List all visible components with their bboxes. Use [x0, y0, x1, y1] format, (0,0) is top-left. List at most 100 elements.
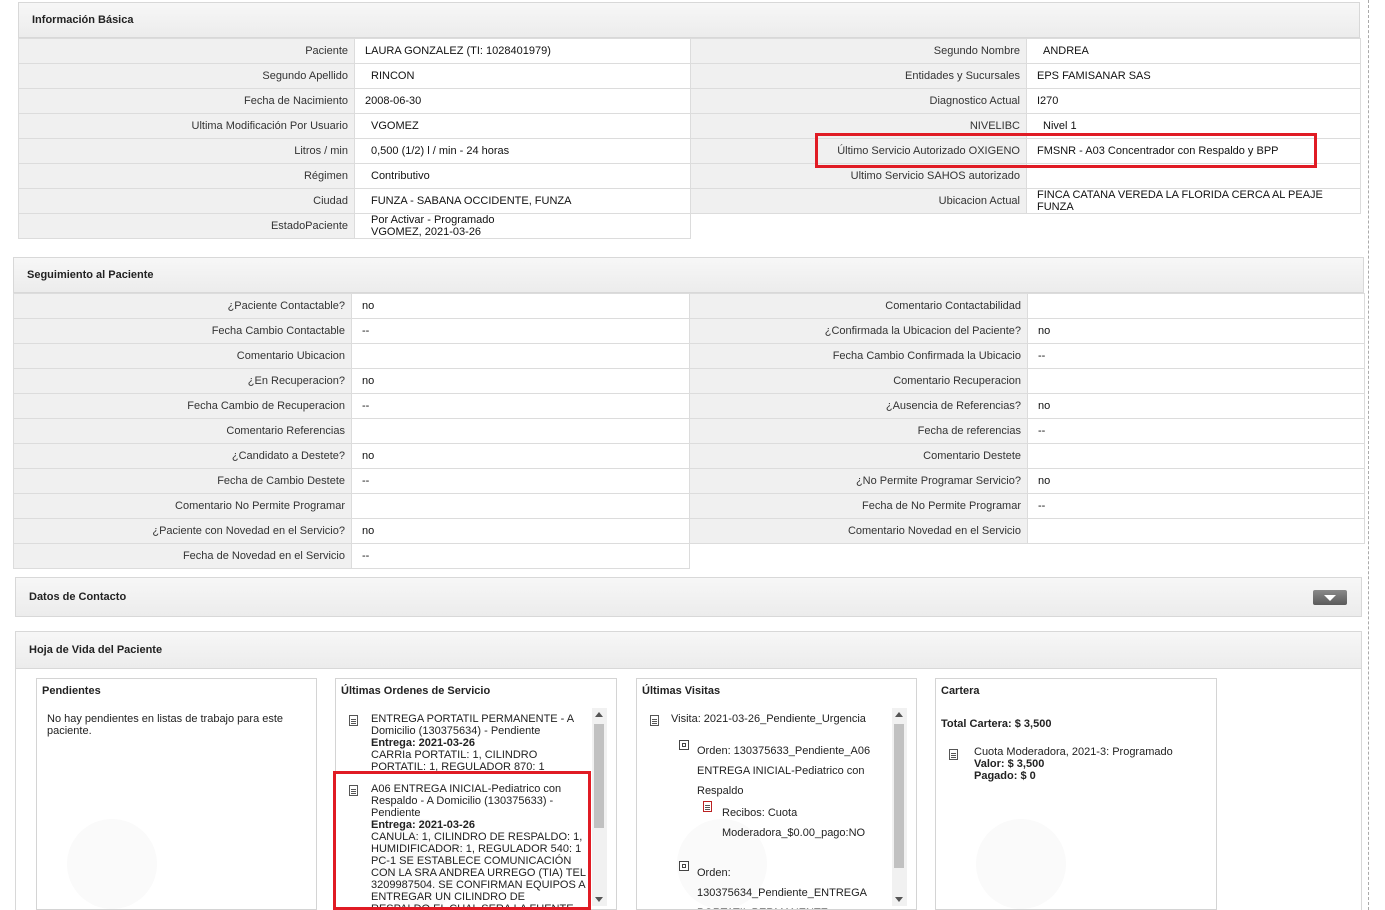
table-row: Ciudad FUNZA - SABANA OCCIDENTE, FUNZA	[18, 188, 691, 214]
visitas-scrollbar[interactable]	[892, 708, 907, 906]
field-label: Fecha Cambio de Recuperacion	[13, 393, 352, 419]
field-value	[351, 493, 690, 519]
table-row: ¿Confirmada la Ubicacion del Paciente? no	[689, 318, 1365, 344]
field-label: Ultima Modificación Por Usuario	[18, 113, 355, 139]
field-label: Ultimo Servicio SAHOS autorizado	[690, 163, 1027, 189]
field-label: Comentario Ubicacion	[13, 343, 352, 369]
field-value: no	[351, 518, 690, 544]
field-value: --	[1027, 493, 1365, 519]
visit-item[interactable]: Visita: 2021-03-26_Pendiente_Urgencia	[671, 713, 901, 725]
section-followup-header: Seguimiento al Paciente	[13, 257, 1364, 293]
field-label: Fecha Cambio Confirmada la Ubicacio	[689, 343, 1028, 369]
table-row: ¿Candidato a Destete? no	[13, 443, 690, 469]
table-row: Segundo Nombre ANDREA	[690, 38, 1361, 64]
document-icon	[949, 749, 958, 760]
table-row: EstadoPaciente Por Activar - Programado VG…	[18, 213, 691, 239]
field-label: Fecha de Novedad en el Servicio	[13, 543, 352, 569]
field-label: Segundo Apellido	[18, 63, 355, 89]
table-row: Fecha de referencias --	[689, 418, 1365, 444]
table-row: Paciente LAURA GONZALEZ (TI: 1028401979)	[18, 38, 691, 64]
field-value: no	[1027, 393, 1365, 419]
ordenes-scrollbar[interactable]	[592, 708, 607, 906]
basic-info-left-table: Paciente LAURA GONZALEZ (TI: 1028401979) …	[18, 38, 691, 239]
table-row: NIVELIBC Nivel 1	[690, 113, 1361, 139]
table-row: Entidades y Sucursales EPS FAMISANAR SAS	[690, 63, 1361, 89]
field-value: 2008-06-30	[354, 88, 691, 114]
visit-list[interactable]: Visita: 2021-03-26_Pendiente_Urgencia Or…	[637, 707, 916, 909]
scroll-down-arrow-icon[interactable]	[895, 897, 903, 902]
visit-order[interactable]: Orden: 130375634_Pendiente_ENTREGA PORTA…	[697, 863, 877, 909]
field-value	[351, 343, 690, 369]
field-label: Ciudad	[18, 188, 355, 214]
field-value: no	[351, 368, 690, 394]
section-life-header: Hoja de Vida del Paciente	[15, 631, 1362, 669]
field-value: RINCON	[354, 63, 691, 89]
field-label: Litros / min	[18, 138, 355, 164]
field-label: ¿En Recuperacion?	[13, 368, 352, 394]
section-title: Hoja de Vida del Paciente	[29, 644, 163, 656]
scroll-thumb[interactable]	[894, 724, 904, 868]
table-row: Fecha Cambio de Recuperacion --	[13, 393, 690, 419]
field-label: NIVELIBC	[690, 113, 1027, 139]
expand-toggle-button[interactable]	[1313, 590, 1347, 605]
field-value: --	[1027, 418, 1365, 444]
field-value: LAURA GONZALEZ (TI: 1028401979)	[354, 38, 691, 64]
field-label: Paciente	[18, 38, 355, 64]
field-value: I270	[1026, 88, 1361, 114]
chevron-down-icon	[1324, 594, 1336, 601]
panel-pendientes: Pendientes No hay pendientes en listas d…	[36, 678, 317, 910]
table-row: Ultima Modificación Por Usuario VGOMEZ	[18, 113, 691, 139]
panel-title: Cartera	[941, 685, 980, 697]
field-value: FUNZA - SABANA OCCIDENTE, FUNZA	[354, 188, 691, 214]
order-icon	[679, 861, 689, 871]
scroll-up-arrow-icon[interactable]	[895, 712, 903, 717]
section-title: Información Básica	[32, 14, 134, 26]
field-label: Segundo Nombre	[690, 38, 1027, 64]
field-label: Comentario Destete	[689, 443, 1028, 469]
paw-watermark	[67, 819, 157, 909]
panel-title: Pendientes	[42, 685, 101, 697]
table-row: ¿Ausencia de Referencias? no	[689, 393, 1365, 419]
order-head: ENTREGA PORTATIL PERMANENTE - A Domicili…	[371, 713, 574, 737]
scroll-up-arrow-icon[interactable]	[595, 712, 603, 717]
field-label: Régimen	[18, 163, 355, 189]
panel-cartera: Cartera Total Cartera: $ 3,500 Cuota Mod…	[935, 678, 1217, 910]
field-label: Diagnostico Actual	[690, 88, 1027, 114]
scroll-down-arrow-icon[interactable]	[595, 897, 603, 902]
followup-right-table: Comentario Contactabilidad ¿Confirmada l…	[689, 293, 1365, 544]
field-value: 0,500 (1/2) l / min - 24 horas	[354, 138, 691, 164]
document-icon	[349, 715, 358, 726]
field-label: Comentario Referencias	[13, 418, 352, 444]
field-value	[1026, 163, 1361, 189]
table-row: Litros / min 0,500 (1/2) l / min - 24 hor…	[18, 138, 691, 164]
field-value: --	[351, 393, 690, 419]
page-edge-divider	[1368, 0, 1369, 910]
list-item[interactable]: A06 ENTREGA INICIAL-Pediatrico con Respa…	[371, 783, 586, 909]
followup-left-table: ¿Paciente Contactable? no Fecha Cambio Co…	[13, 293, 690, 569]
order-list[interactable]: ENTREGA PORTATIL PERMANENTE - A Domicili…	[336, 707, 616, 909]
table-row: Fecha de Nacimiento 2008-06-30	[18, 88, 691, 114]
field-value: VGOMEZ	[354, 113, 691, 139]
visit-order[interactable]: Orden: 130375633_Pendiente_A06 ENTREGA I…	[697, 741, 877, 801]
table-row: Comentario Contactabilidad	[689, 293, 1365, 319]
empty-message: No hay pendientes en listas de trabajo p…	[47, 713, 284, 737]
scroll-thumb[interactable]	[594, 724, 604, 828]
field-value: ANDREA	[1026, 38, 1361, 64]
visit-receipt[interactable]: Recibos: Cuota Moderadora_$0.00_pago:NO	[722, 803, 882, 843]
table-row: Último Servicio Autorizado OXIGENO FMSNR …	[690, 138, 1361, 164]
table-row: Fecha de No Permite Programar --	[689, 493, 1365, 519]
section-contact-header[interactable]: Datos de Contacto	[15, 577, 1362, 617]
field-label: ¿Ausencia de Referencias?	[689, 393, 1028, 419]
field-value	[1027, 518, 1365, 544]
basic-info-right-table: Segundo Nombre ANDREA Entidades y Sucursa…	[690, 38, 1361, 214]
field-value: no	[351, 293, 690, 319]
field-label: Ubicacion Actual	[690, 188, 1027, 214]
table-row: Comentario Referencias	[13, 418, 690, 444]
field-label: Fecha de referencias	[689, 418, 1028, 444]
list-item[interactable]: ENTREGA PORTATIL PERMANENTE - A Domicili…	[371, 713, 586, 773]
field-label: Comentario Novedad en el Servicio	[689, 518, 1028, 544]
field-label: ¿No Permite Programar Servicio?	[689, 468, 1028, 494]
document-icon	[650, 715, 659, 726]
cartera-item: Cuota Moderadora, 2021-3: Programado Val…	[974, 746, 1204, 782]
panel-ordenes: Últimas Ordenes de Servicio ENTREGA PORT…	[335, 678, 617, 910]
